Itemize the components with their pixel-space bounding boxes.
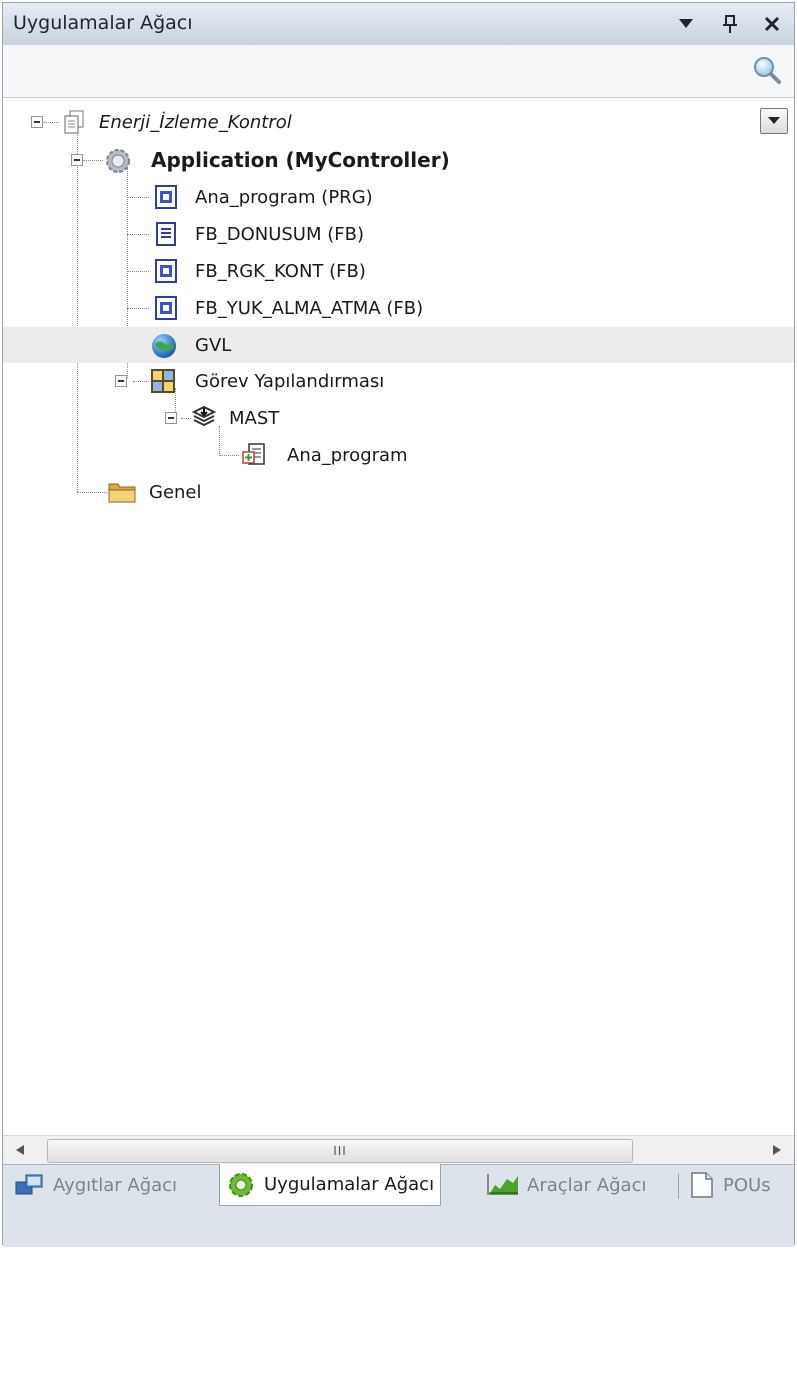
tree-node-pou[interactable]: FB_RGK_KONT (FB) xyxy=(3,253,794,289)
tab-applications-tree[interactable]: Uygulamalar Ağacı xyxy=(219,1164,442,1206)
chevron-down-icon xyxy=(679,19,693,28)
tree-node-label: FB_RGK_KONT (FB) xyxy=(195,260,366,282)
applications-gear-icon xyxy=(229,1172,253,1197)
scroll-right-button[interactable] xyxy=(760,1136,794,1164)
task-stack-icon xyxy=(191,405,217,427)
function-block-icon xyxy=(155,259,177,283)
pin-icon xyxy=(723,15,737,33)
tree-node-label: MAST xyxy=(229,407,280,429)
scrollbar-thumb[interactable]: III xyxy=(47,1139,633,1163)
tree-node-label: Görev Yapılandırması xyxy=(195,370,385,392)
tree-node-label: Enerji_İzleme_Kontrol xyxy=(99,111,292,133)
arrow-left-icon xyxy=(16,1145,24,1155)
panel-title: Uygulamalar Ağacı xyxy=(13,12,193,34)
tree-node-label: Ana_program xyxy=(287,444,408,466)
tree-node-label: FB_YUK_ALMA_ATMA (FB) xyxy=(195,297,424,319)
tree-node-gvl[interactable]: GVL xyxy=(3,327,794,363)
text-document-icon xyxy=(156,222,176,246)
pin-button[interactable] xyxy=(716,9,744,39)
tree-node-root[interactable]: Enerji_İzleme_Kontrol xyxy=(3,104,794,140)
tab-label: Aygıtlar Ağacı xyxy=(53,1174,178,1196)
panel-tab-bar: Aygıtlar Ağacı Uygulamalar Ağacı Araçlar… xyxy=(3,1164,794,1247)
search-input[interactable] xyxy=(11,53,745,91)
panel-menu-dropdown-button[interactable] xyxy=(672,9,700,39)
scrollbar-grip: III xyxy=(333,1144,347,1158)
tab-devices-tree[interactable]: Aygıtlar Ağacı xyxy=(9,1165,183,1205)
search-icon[interactable] xyxy=(752,55,782,85)
globe-icon xyxy=(152,334,176,358)
collapse-toggle[interactable] xyxy=(115,375,127,387)
devices-icon xyxy=(15,1174,43,1195)
tree-node-pou[interactable]: FB_DONUSUM (FB) xyxy=(3,216,794,252)
program-call-icon xyxy=(242,443,265,465)
task-configuration-icon xyxy=(151,369,175,393)
panel-title-bar: Uygulamalar Ağacı xyxy=(3,3,794,46)
tab-tools-tree[interactable]: Araçlar Ağacı xyxy=(481,1165,652,1205)
tree-node-pou[interactable]: Ana_program (PRG) xyxy=(3,179,794,215)
tree-node-label: Ana_program (PRG) xyxy=(195,186,373,208)
search-bar xyxy=(3,45,794,98)
tab-separator xyxy=(678,1173,679,1199)
tree-node-label: Genel xyxy=(149,481,202,503)
collapse-toggle[interactable] xyxy=(71,154,83,166)
horizontal-scrollbar[interactable]: III xyxy=(3,1135,794,1164)
close-button[interactable] xyxy=(758,9,786,39)
tree-node-task-configuration[interactable]: Görev Yapılandırması xyxy=(3,363,794,399)
collapse-toggle[interactable] xyxy=(31,116,43,128)
tree-node-task-program[interactable]: Ana_program xyxy=(3,437,794,473)
arrow-right-icon xyxy=(773,1145,781,1155)
tree-node-pou[interactable]: FB_YUK_ALMA_ATMA (FB) xyxy=(3,290,794,326)
folder-icon xyxy=(108,483,136,503)
tools-chart-icon xyxy=(487,1174,518,1195)
tree-node-label: Application (MyController) xyxy=(151,148,450,172)
pou-document-icon xyxy=(691,1172,713,1198)
tree-node-label: GVL xyxy=(195,334,232,356)
tree-node-general-folder[interactable]: Genel xyxy=(3,474,794,510)
tab-label: Araçlar Ağacı xyxy=(527,1174,647,1196)
gear-icon xyxy=(106,149,130,173)
project-icon xyxy=(64,110,84,134)
close-icon xyxy=(764,16,780,32)
tree-node-label: FB_DONUSUM (FB) xyxy=(195,223,364,245)
collapse-toggle[interactable] xyxy=(165,412,177,424)
tree-node-task[interactable]: MAST xyxy=(3,400,794,436)
tab-label: Uygulamalar Ağacı xyxy=(264,1174,435,1195)
tree-node-application[interactable]: Application (MyController) xyxy=(3,142,794,178)
tab-label: POUs xyxy=(723,1174,771,1196)
scroll-left-button[interactable] xyxy=(3,1136,37,1164)
function-block-icon xyxy=(155,296,177,320)
program-icon xyxy=(155,185,177,209)
tab-pous[interactable]: POUs xyxy=(683,1165,777,1205)
applications-tree-panel: Uygulamalar Ağacı Enerji_İzleme_Kontrol … xyxy=(2,2,795,1247)
